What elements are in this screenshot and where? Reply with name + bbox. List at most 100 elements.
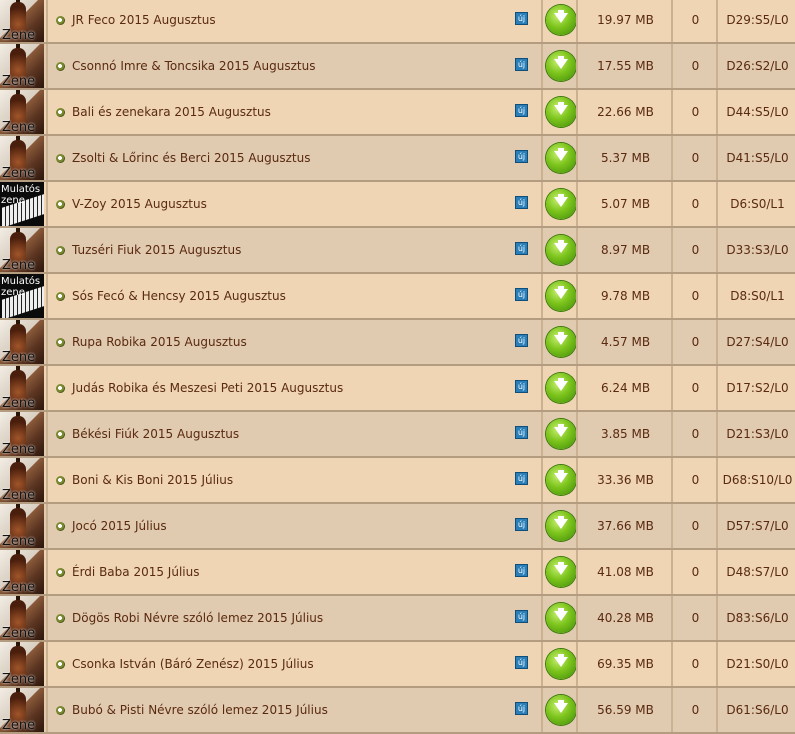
title-cell: Érdi Baba 2015 Július: [46, 550, 541, 594]
download-cell: [541, 412, 578, 456]
new-badge-icon: új: [515, 610, 528, 623]
table-row: Zene Judás Robika és Meszesi Peti 2015 Au…: [0, 366, 795, 412]
peer-stats: D27:S4/L0: [716, 320, 795, 364]
category-thumbnail[interactable]: Zene: [0, 688, 44, 732]
comment-count: 0: [671, 182, 718, 226]
download-cell: [541, 182, 578, 226]
torrent-title-link[interactable]: JR Feco 2015 Augusztus: [72, 13, 216, 27]
title-cell: Jocó 2015 Július: [46, 504, 541, 548]
download-cell: [541, 642, 578, 686]
peer-stats: D21:S3/L0: [716, 412, 795, 456]
download-cell: [541, 366, 578, 410]
torrent-title-link[interactable]: Zsolti & Lőrinc és Berci 2015 Augusztus: [72, 151, 310, 165]
bullet-icon: [56, 383, 65, 393]
category-thumbnail[interactable]: Zene: [0, 90, 44, 134]
download-icon[interactable]: [545, 557, 576, 587]
category-thumbnail[interactable]: Zene: [0, 0, 44, 42]
torrent-title-link[interactable]: Sós Fecó & Hencsy 2015 Augusztus: [72, 289, 286, 303]
title-cell: Sós Fecó & Hencsy 2015 Augusztus: [46, 274, 541, 318]
download-icon[interactable]: [545, 51, 576, 81]
title-cell: Csonnó Imre & Toncsika 2015 Augusztus: [46, 44, 541, 88]
download-icon[interactable]: [545, 143, 576, 173]
bullet-icon: [56, 613, 65, 623]
new-badge-icon: új: [515, 702, 528, 715]
peer-stats: D57:S7/L0: [716, 504, 795, 548]
file-size: 33.36 MB: [576, 458, 673, 502]
download-icon[interactable]: [545, 189, 576, 219]
torrent-title-link[interactable]: V-Zoy 2015 Augusztus: [72, 197, 207, 211]
category-thumbnail[interactable]: Mulatós zene: [0, 274, 44, 318]
download-icon[interactable]: [545, 5, 576, 35]
torrent-title-link[interactable]: Boni & Kis Boni 2015 Július: [72, 473, 233, 487]
bullet-icon: [56, 61, 65, 71]
category-thumbnail[interactable]: Zene: [0, 44, 44, 88]
comment-count: 0: [671, 366, 718, 410]
table-row: Zene Zsolti & Lőrinc és Berci 2015 Augusz…: [0, 136, 795, 182]
new-badge-icon: új: [515, 334, 528, 347]
peer-stats: D83:S6/L0: [716, 596, 795, 640]
category-thumbnail[interactable]: Zene: [0, 458, 44, 502]
download-icon[interactable]: [545, 465, 576, 495]
peer-stats: D29:S5/L0: [716, 0, 795, 42]
torrent-title-link[interactable]: Dögös Robi Névre szóló lemez 2015 Július: [72, 611, 323, 625]
title-cell: Csonka István (Báró Zenész) 2015 Július: [46, 642, 541, 686]
bullet-icon: [56, 153, 65, 163]
category-thumbnail[interactable]: Zene: [0, 136, 44, 180]
torrent-title-link[interactable]: Bubó & Pisti Névre szóló lemez 2015 Júli…: [72, 703, 328, 717]
torrent-title-link[interactable]: Bali és zenekara 2015 Augusztus: [72, 105, 271, 119]
peer-stats: D44:S5/L0: [716, 90, 795, 134]
category-thumbnail[interactable]: Zene: [0, 504, 44, 548]
table-row: Zene Boni & Kis Boni 2015 Július új 33.36 M…: [0, 458, 795, 504]
download-icon[interactable]: [545, 511, 576, 541]
category-thumbnail[interactable]: Mulatós zene: [0, 182, 44, 226]
download-icon[interactable]: [545, 649, 576, 679]
bullet-icon: [56, 199, 65, 209]
table-row: Zene Rupa Robika 2015 Augusztus új 4.57 MB 0…: [0, 320, 795, 366]
bullet-icon: [56, 567, 65, 577]
category-label: Zene: [2, 74, 36, 88]
bullet-icon: [56, 705, 65, 715]
peer-stats: D33:S3/L0: [716, 228, 795, 272]
download-icon[interactable]: [545, 281, 576, 311]
category-label: Mulatós zene: [1, 276, 41, 298]
download-icon[interactable]: [545, 603, 576, 633]
file-size: 40.28 MB: [576, 596, 673, 640]
category-thumbnail[interactable]: Zene: [0, 412, 44, 456]
download-icon[interactable]: [545, 327, 576, 357]
comment-count: 0: [671, 274, 718, 318]
table-row: Mulatós zene V-Zoy 2015 Augusztus új 5.07 M…: [0, 182, 795, 228]
torrent-title-link[interactable]: Csonka István (Báró Zenész) 2015 Július: [72, 657, 314, 671]
category-thumbnail[interactable]: Zene: [0, 596, 44, 640]
peer-stats: D48:S7/L0: [716, 550, 795, 594]
download-cell: [541, 0, 578, 42]
torrent-title-link[interactable]: Jocó 2015 Július: [72, 519, 167, 533]
torrent-title-link[interactable]: Csonnó Imre & Toncsika 2015 Augusztus: [72, 59, 315, 73]
peer-stats: D61:S6/L0: [716, 688, 795, 732]
title-cell: JR Feco 2015 Augusztus: [46, 0, 541, 42]
download-icon[interactable]: [545, 235, 576, 265]
category-thumbnail[interactable]: Zene: [0, 550, 44, 594]
torrent-title-link[interactable]: Érdi Baba 2015 Július: [72, 565, 199, 579]
category-thumbnail[interactable]: Zene: [0, 642, 44, 686]
category-thumbnail[interactable]: Zene: [0, 320, 44, 364]
bullet-icon: [56, 337, 65, 347]
download-icon[interactable]: [545, 695, 576, 725]
download-icon[interactable]: [545, 419, 576, 449]
file-size: 5.37 MB: [576, 136, 673, 180]
torrent-title-link[interactable]: Békési Fiúk 2015 Augusztus: [72, 427, 239, 441]
comment-count: 0: [671, 596, 718, 640]
torrent-title-link[interactable]: Tuzséri Fiuk 2015 Augusztus: [72, 243, 241, 257]
bullet-icon: [56, 659, 65, 669]
comment-count: 0: [671, 550, 718, 594]
peer-stats: D68:S10/L0: [716, 458, 795, 502]
new-badge-icon: új: [515, 150, 528, 163]
category-thumbnail[interactable]: Zene: [0, 228, 44, 272]
category-thumbnail[interactable]: Zene: [0, 366, 44, 410]
download-icon[interactable]: [545, 373, 576, 403]
download-icon[interactable]: [545, 97, 576, 127]
download-cell: [541, 550, 578, 594]
table-row: Zene Bali és zenekara 2015 Augusztus új 22.…: [0, 90, 795, 136]
torrent-title-link[interactable]: Judás Robika és Meszesi Peti 2015 Augusz…: [72, 381, 343, 395]
torrent-title-link[interactable]: Rupa Robika 2015 Augusztus: [72, 335, 247, 349]
download-cell: [541, 458, 578, 502]
